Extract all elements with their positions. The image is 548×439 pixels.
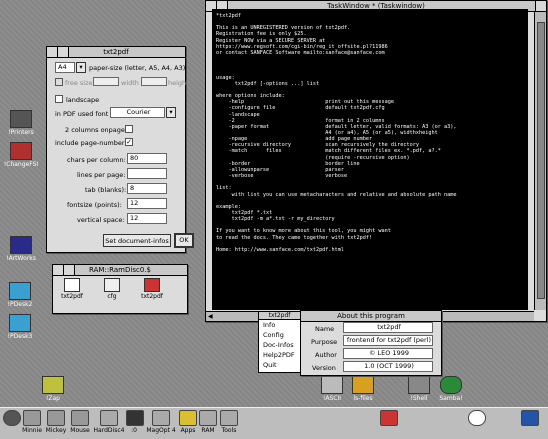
font-label: in PDF used font (55, 110, 109, 118)
page-numbers-label: include page-numbers: (55, 139, 131, 147)
acorn-icon[interactable] (2, 410, 22, 427)
menu-item-doc-infos[interactable]: Doc-Infos (259, 340, 300, 350)
page-numbers-checkbox[interactable]: ✓ (125, 138, 133, 146)
toggle-size-icon[interactable] (535, 1, 546, 11)
clock-icon[interactable] (466, 410, 488, 427)
dialog-titlebar[interactable]: txt2pdf (47, 47, 185, 58)
filer-title: RAM::RamDisc0.$ (89, 266, 151, 274)
scroll-left-icon[interactable]: ◀ (208, 313, 213, 320)
filer-titlebar[interactable]: RAM::RamDisc0.$ (53, 265, 187, 276)
iconbar-ram[interactable]: RAM (198, 410, 218, 434)
paper-size-label: paper-size (letter, A5, A4, A3) (89, 64, 186, 72)
ls-files-icon[interactable]: ls-files (348, 376, 378, 402)
about-titlebar[interactable]: About this program (301, 311, 441, 322)
txt2pdf-app-icon[interactable] (380, 410, 398, 427)
changefsi-icon[interactable]: !ChangeFSI (3, 142, 39, 168)
about-name-label: Name (315, 325, 335, 333)
samba-icon[interactable]: Samba! (436, 376, 466, 402)
about-title: About this program (337, 312, 405, 320)
back-icon[interactable] (47, 47, 58, 57)
about-name-field: txt2pdf (343, 322, 433, 333)
landscape-label: landscape (66, 96, 100, 104)
tab-field[interactable]: 8 (127, 183, 167, 194)
terminal-output: *txt2pdf This is an UNREGISTERED version… (212, 9, 528, 310)
about-version-label: Version (312, 364, 336, 372)
width-field[interactable] (93, 77, 119, 86)
shell-icon[interactable]: !Shell (404, 376, 434, 402)
height-field[interactable] (141, 77, 167, 86)
dialog-title: txt2pdf (103, 48, 129, 56)
close-icon[interactable] (64, 265, 75, 275)
iconbar-magopt4[interactable]: MagOpt 4 (144, 410, 178, 434)
height-label: height (168, 79, 189, 87)
iconbar-apps[interactable]: Apps (178, 410, 198, 434)
about-author-label: Author (315, 351, 337, 359)
about-author-field: © LEO 1999 (343, 348, 433, 359)
chars-label: chars per column: (67, 156, 126, 164)
iconbar-drive-0[interactable]: :0 (126, 410, 144, 434)
set-document-infos-button[interactable]: Set document-infos (103, 234, 171, 247)
menu-item-info[interactable]: Info (259, 320, 300, 330)
free-size-label: free size (65, 79, 93, 87)
about-version-field: 1.0 (OCT 1999) (343, 361, 433, 372)
paper-size-field[interactable]: A4 (55, 62, 75, 73)
about-purpose-label: Purpose (311, 338, 338, 346)
artworks-icon[interactable]: !ArtWorks (4, 236, 38, 262)
menu-item-help2pdf[interactable]: Help2PDF (259, 350, 300, 360)
lines-label: lines per page: (77, 171, 126, 179)
menu-title: txt2pdf (259, 312, 300, 320)
close-icon[interactable] (58, 47, 69, 57)
ram-filer-window: RAM::RamDisc0.$ txt2pdf cfg txt2pdf (52, 264, 188, 314)
txt2pdf-dialog: txt2pdf A4 ▾ paper-size (letter, A5, A4,… (46, 46, 194, 253)
vspace-label: vertical space: (77, 216, 125, 224)
landscape-checkbox[interactable] (55, 95, 63, 103)
scrollbar-thumb[interactable] (537, 22, 545, 299)
two-columns-label: 2 columns onpage: (65, 126, 128, 134)
printers-icon[interactable]: !Printers (6, 110, 36, 136)
fontsize-label: fontsize (points): (67, 201, 122, 209)
lines-field[interactable] (127, 168, 167, 179)
font-menu-icon[interactable]: ▾ (166, 107, 176, 118)
ascii-icon[interactable]: !ASCII (318, 376, 346, 402)
two-columns-checkbox[interactable] (125, 125, 133, 133)
fontsize-field[interactable]: 12 (127, 198, 167, 209)
about-window: About this program Name txt2pdf Purpose … (300, 310, 442, 376)
file-txt2pdf-app[interactable]: txt2pdf (137, 278, 167, 300)
menu-item-quit[interactable]: Quit (259, 360, 300, 370)
tab-label: tab (blanks): (85, 186, 127, 194)
pdesk2-icon[interactable]: !PDesk2 (4, 282, 36, 308)
terminal-line: Home: http://www.sanface.com/txt2pdf.htm… (216, 246, 345, 253)
back-icon[interactable] (53, 265, 64, 275)
iconbar-minnie[interactable]: Minnie (20, 410, 44, 434)
menu-item-config[interactable]: Config (259, 330, 300, 340)
free-size-checkbox[interactable] (55, 78, 63, 86)
task-manager-icon[interactable] (520, 410, 540, 427)
iconbar-tools[interactable]: Tools (218, 410, 240, 434)
chars-field[interactable]: 80 (127, 153, 167, 164)
vertical-scrollbar[interactable] (534, 12, 546, 310)
pdesk3-icon[interactable]: !PDesk3 (4, 314, 36, 340)
ok-button[interactable]: OK (174, 233, 194, 248)
iconbar-mouse[interactable]: Mouse (68, 410, 92, 434)
iconbar-harddisc4[interactable]: HardDisc4 (92, 410, 126, 434)
icon-bar: Minnie Mickey Mouse HardDisc4 :0 MagOpt … (0, 407, 548, 439)
file-cfg[interactable]: cfg (97, 278, 127, 300)
width-label: width (121, 79, 139, 87)
about-purpose-field: frontend for txt2pdf (perl) (343, 335, 433, 346)
vspace-field[interactable]: 12 (127, 213, 167, 224)
font-field[interactable]: Courier (110, 107, 165, 118)
paper-size-menu-icon[interactable]: ▾ (76, 62, 86, 73)
iconbar-mickey[interactable]: Mickey (44, 410, 68, 434)
zap-icon[interactable]: !Zap (38, 376, 68, 402)
file-txt2pdf[interactable]: txt2pdf (57, 278, 87, 300)
txt2pdf-menu: txt2pdf Info Config Doc-Infos Help2PDF Q… (258, 311, 301, 373)
